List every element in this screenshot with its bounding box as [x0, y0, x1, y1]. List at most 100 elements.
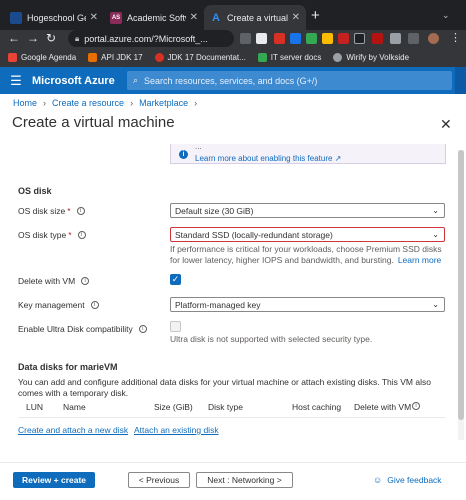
breadcrumb-marketplace[interactable]: Marketplace	[139, 98, 188, 108]
table-divider	[18, 417, 446, 418]
dropdown-value: Default size (30 GiB)	[175, 205, 254, 216]
bookmark-it-server-docs[interactable]: IT server docs	[257, 52, 321, 62]
browser-toolbar: ← → ↻ 🔒︎ portal.azure.com/?Microsoft_...…	[0, 30, 466, 47]
dropdown-value: Platform-managed key	[175, 299, 261, 310]
hogeschool-favicon-icon	[10, 11, 22, 24]
column-name: Name	[63, 402, 86, 412]
java-icon	[88, 52, 98, 62]
scrollbar-thumb[interactable]	[458, 150, 464, 420]
browser-tab-academic[interactable]: AS Academic Softwa ✕	[104, 5, 204, 30]
ultra-disk-help: Ultra disk is not supported with selecte…	[170, 334, 373, 344]
info-icon[interactable]: i	[77, 231, 86, 239]
next-networking-button[interactable]: Next : Networking >	[196, 472, 293, 488]
bookmark-label: Google Agenda	[21, 52, 77, 62]
sidebar-icon[interactable]	[408, 33, 419, 44]
info-banner-text: ...	[195, 142, 202, 151]
create-attach-disk-link[interactable]: Create and attach a new disk	[18, 425, 128, 435]
info-icon[interactable]: i	[76, 207, 85, 215]
chevron-right-icon: ›	[130, 98, 134, 108]
breadcrumb-home[interactable]: Home	[13, 98, 37, 108]
close-tab-icon[interactable]: ✕	[190, 12, 198, 23]
os-disk-size-dropdown[interactable]: Default size (30 GiB) ⌄	[170, 203, 445, 218]
os-disk-type-label: OS disk type * i	[18, 230, 86, 240]
academic-software-favicon-icon: AS	[110, 11, 122, 24]
learn-more-link[interactable]: Learn more	[398, 255, 441, 265]
os-disk-type-help: If performance is critical for your work…	[170, 244, 446, 266]
bookmark-star-icon[interactable]	[256, 33, 267, 44]
bookmark-label: Wirify by Volkside	[346, 52, 410, 62]
column-host-caching: Host caching	[292, 402, 342, 412]
close-tab-icon[interactable]: ✕	[90, 12, 98, 23]
forward-arrow-icon[interactable]: →	[27, 31, 39, 45]
docs-icon	[257, 52, 267, 62]
extension-icon[interactable]	[338, 33, 349, 44]
ultra-disk-checkbox	[170, 321, 181, 332]
back-arrow-icon[interactable]: ←	[8, 31, 20, 45]
review-create-button[interactable]: Review + create	[13, 472, 95, 488]
info-icon[interactable]: i	[412, 402, 420, 410]
reload-icon[interactable]: ↻	[46, 31, 56, 45]
azure-search-input[interactable]: ⌕ Search resources, services, and docs (…	[127, 71, 452, 90]
address-text: portal.azure.com/?Microsoft_...	[84, 33, 208, 44]
bookmarks-bar: Google Agenda API JDK 17 JDK 17 Document…	[0, 47, 466, 67]
column-delete-with-vm: Delete with VM	[354, 402, 412, 412]
azure-header: ☰ Microsoft Azure ⌕ Search resources, se…	[0, 67, 466, 94]
info-icon[interactable]: i	[81, 277, 90, 285]
wizard-footer: Review + create < Previous Next : Networ…	[0, 462, 466, 500]
azure-brand[interactable]: Microsoft Azure	[32, 75, 120, 87]
vertical-scrollbar[interactable]	[458, 150, 464, 440]
delete-with-vm-label: Delete with VM i	[18, 276, 90, 286]
close-tab-icon[interactable]: ✕	[292, 12, 300, 23]
info-icon: i	[179, 150, 188, 159]
os-disk-heading: OS disk	[18, 186, 52, 196]
key-management-dropdown[interactable]: Platform-managed key ⌄	[170, 297, 445, 312]
extension-icon[interactable]	[372, 33, 383, 44]
page-title: Create a virtual machine	[12, 114, 175, 131]
extension-icon[interactable]	[322, 33, 333, 44]
lock-icon: 🔒︎	[75, 33, 80, 43]
data-disks-heading: Data disks for marieVM	[18, 362, 118, 372]
delete-with-vm-checkbox[interactable]: ✓	[170, 274, 181, 285]
breadcrumb: Home › Create a resource › Marketplace ›	[13, 98, 203, 108]
attach-existing-disk-link[interactable]: Attach an existing disk	[134, 425, 219, 435]
new-tab-button[interactable]: +	[311, 8, 320, 23]
extension-icon[interactable]	[354, 33, 365, 44]
close-icon[interactable]: ✕	[440, 116, 452, 133]
breadcrumb-create-resource[interactable]: Create a resource	[52, 98, 124, 108]
previous-button[interactable]: < Previous	[128, 472, 190, 488]
os-disk-type-dropdown[interactable]: Standard SSD (locally-redundant storage)…	[170, 227, 445, 242]
bookmark-google-agenda[interactable]: Google Agenda	[8, 52, 77, 62]
profile-avatar[interactable]	[428, 33, 439, 44]
hamburger-menu-icon[interactable]: ☰	[0, 73, 32, 89]
key-management-label: Key management i	[18, 300, 99, 310]
browser-tab-azure[interactable]: A Create a virtual m ✕	[204, 5, 306, 30]
os-disk-size-label: OS disk size * i	[18, 206, 85, 216]
column-lun: LUN	[26, 402, 44, 412]
address-bar[interactable]: 🔒︎ portal.azure.com/?Microsoft_...	[68, 30, 234, 47]
label-text: OS disk type	[18, 230, 67, 240]
share-icon[interactable]	[240, 33, 251, 44]
info-learn-more-link[interactable]: Learn more about enabling this feature ↗	[195, 154, 341, 163]
extension-icon[interactable]	[306, 33, 317, 44]
extension-icon[interactable]	[290, 33, 301, 44]
search-placeholder: Search resources, services, and docs (G+…	[144, 75, 318, 86]
chevron-down-icon: ⌄	[432, 206, 439, 215]
column-disk-type: Disk type	[208, 402, 243, 412]
browser-tab-hogeschool[interactable]: Hogeschool Gent ✕	[4, 5, 104, 30]
label-text: Key management	[18, 300, 85, 310]
bookmark-wirify[interactable]: Wirify by Volkside	[333, 52, 410, 62]
tab-search-icon[interactable]: ⌄	[442, 10, 450, 21]
google-agenda-icon	[8, 52, 17, 62]
info-icon[interactable]: i	[138, 325, 147, 333]
bookmark-api-jdk[interactable]: API JDK 17	[88, 52, 143, 62]
browser-tab-strip: Hogeschool Gent ✕ AS Academic Softwa ✕ A…	[0, 0, 466, 30]
info-icon[interactable]: i	[90, 301, 99, 309]
extension-icon[interactable]	[274, 33, 285, 44]
puzzle-icon[interactable]	[390, 33, 401, 44]
required-mark: *	[68, 230, 72, 240]
feedback-icon: ☺	[373, 475, 383, 485]
give-feedback-link[interactable]: ☺ Give feedback	[373, 475, 442, 485]
bookmark-jdk-docs[interactable]: JDK 17 Documentat...	[154, 52, 246, 62]
header-overflow[interactable]	[455, 67, 466, 94]
browser-menu-icon[interactable]: ⋮	[450, 31, 461, 45]
